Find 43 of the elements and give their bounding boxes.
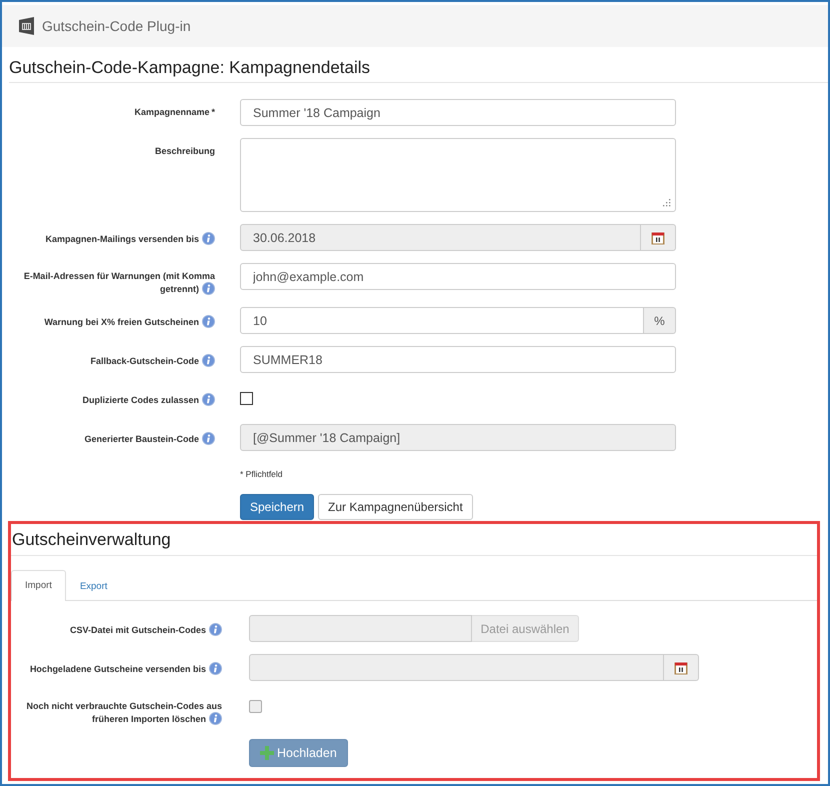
overview-button[interactable]: Zur Kampagnenübersicht (318, 494, 473, 520)
save-button[interactable]: Speichern (240, 494, 314, 520)
input-field[interactable]: john@example.com (240, 263, 676, 290)
required-mark: * (211, 107, 215, 117)
info-icon (202, 432, 215, 445)
register-icon (18, 16, 36, 36)
info-icon (209, 662, 222, 675)
calendar-icon (674, 660, 688, 674)
calendar-button[interactable] (664, 654, 699, 681)
checkbox[interactable] (240, 392, 253, 405)
field-label: Beschreibung (154, 146, 215, 156)
field-label: E-Mail-Adressen für Warnungen (mit Komma getrennt) (24, 271, 215, 294)
field-label: CSV-Datei mit Gutschein-Codes (70, 625, 222, 635)
text-area[interactable] (240, 138, 676, 212)
page-title: Gutschein-Code-Kampagne: Kampagnendetails (9, 58, 828, 83)
field-label: Generierter Baustein-Code (84, 434, 215, 444)
info-icon (209, 623, 222, 636)
field-label: Kampagnen-Mailings versenden bis (45, 234, 215, 244)
field-label: Noch nicht verbrauchte Gutschein-Codes aus früheren Importen löschen (26, 701, 222, 724)
field-label: Warnung bei X% freien Gutscheinen (44, 317, 215, 327)
calendar-button[interactable] (641, 224, 676, 251)
input-field[interactable]: SUMMER18 (240, 346, 676, 373)
info-icon (209, 712, 222, 725)
info-icon (202, 393, 215, 406)
field-label: Kampagnenname (134, 107, 210, 117)
app-title: Gutschein-Code Plug-in (42, 18, 191, 34)
calendar-icon (651, 230, 665, 244)
input-field[interactable]: Summer '18 Campaign (240, 99, 676, 126)
tab[interactable]: Export (66, 570, 122, 601)
info-icon (202, 354, 215, 367)
unit-addon: % (644, 307, 676, 334)
info-icon (202, 282, 215, 295)
field-label: Duplizierte Codes zulassen (82, 395, 215, 405)
section-title: Gutscheinverwaltung (11, 530, 817, 556)
resize-grip-icon (662, 198, 671, 207)
info-icon (202, 315, 215, 328)
plus-icon (260, 746, 274, 760)
input-field[interactable]: 10 (240, 307, 644, 334)
required-note: * Pflichtfeld (240, 469, 283, 479)
field-label: Fallback-Gutschein-Code (90, 356, 215, 366)
field-label: Hochgeladene Gutscheine versenden bis (30, 664, 222, 674)
tab[interactable]: Import (11, 570, 66, 601)
info-icon (202, 232, 215, 245)
